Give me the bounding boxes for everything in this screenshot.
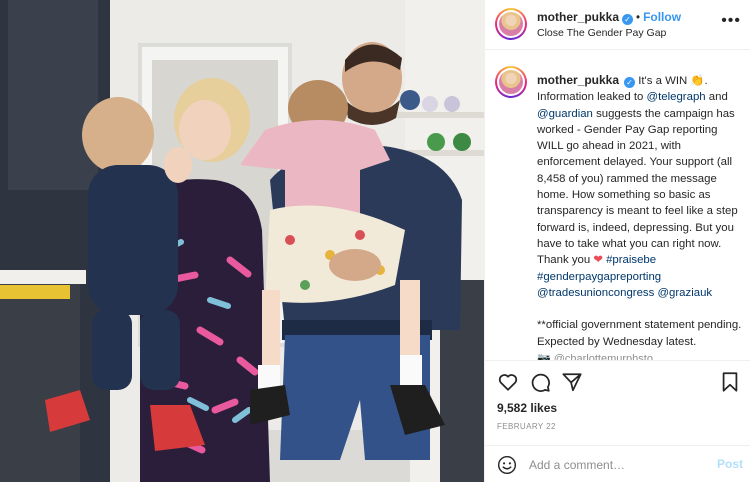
username-link[interactable]: mother_pukka [537, 10, 619, 24]
hashtag-genderpaygapreporting[interactable]: #genderpaygapreporting [537, 271, 661, 283]
location-link[interactable]: Close The Gender Pay Gap [537, 27, 666, 39]
caption-username[interactable]: mother_pukka [537, 73, 619, 87]
post-side-panel: mother_pukka ✓ • Follow Close The Gender Pa… [484, 0, 750, 482]
verified-badge-icon: ✓ [622, 14, 634, 25]
post-photo[interactable] [0, 0, 484, 482]
mention-telegraph[interactable]: @telegraph [647, 91, 706, 103]
caption-text: mother_pukka ✓ It's a WIN 👏. Information … [537, 72, 743, 350]
heart-outline-icon[interactable] [497, 371, 519, 393]
comment-bubble-icon[interactable] [529, 371, 551, 393]
caption-cutoff-line: 📷 @charlottemurphsto [537, 353, 653, 360]
follow-button[interactable]: Follow [643, 10, 681, 24]
caption-body-3: suggests the campaign has worked - Gende… [537, 107, 738, 267]
post-date[interactable]: FEBRUARY 22 [497, 422, 556, 431]
mention-graziauk[interactable]: @graziauk [657, 287, 712, 299]
hashtag-praisebe[interactable]: #praisebe [606, 254, 656, 266]
share-paper-plane-icon[interactable] [561, 371, 583, 393]
caption-body-4: **official government statement pending.… [537, 319, 742, 348]
caption-avatar[interactable] [495, 66, 527, 98]
mention-tradesunioncongress[interactable]: @tradesunioncongress [537, 287, 654, 299]
separator-dot: • [636, 12, 641, 24]
post-comment-button[interactable]: Post [717, 457, 743, 471]
mention-guardian[interactable]: @guardian [537, 108, 593, 120]
caption-body-2: and [705, 91, 728, 104]
comment-box: Post [485, 445, 750, 482]
instagram-post: mother_pukka ✓ • Follow Close The Gender Pa… [0, 0, 750, 482]
header-user-line: mother_pukka ✓ • Follow [537, 10, 681, 25]
post-actions: 9,582 likes FEBRUARY 22 Post [485, 360, 750, 482]
smiley-face-icon[interactable] [497, 455, 517, 475]
more-options-icon[interactable]: ••• [721, 12, 741, 30]
avatar[interactable] [495, 8, 527, 40]
bookmark-icon[interactable] [719, 371, 741, 393]
red-heart-emoji: ❤ [593, 254, 603, 267]
verified-badge-icon: ✓ [624, 77, 636, 88]
caption-area: mother_pukka ✓ It's a WIN 👏. Information … [485, 50, 750, 360]
post-header: mother_pukka ✓ • Follow Close The Gender Pa… [485, 0, 750, 50]
likes-count[interactable]: 9,582 likes [497, 401, 557, 415]
action-icons-row [497, 371, 741, 395]
comment-input[interactable] [529, 456, 709, 474]
family-hug-illustration [0, 0, 484, 482]
